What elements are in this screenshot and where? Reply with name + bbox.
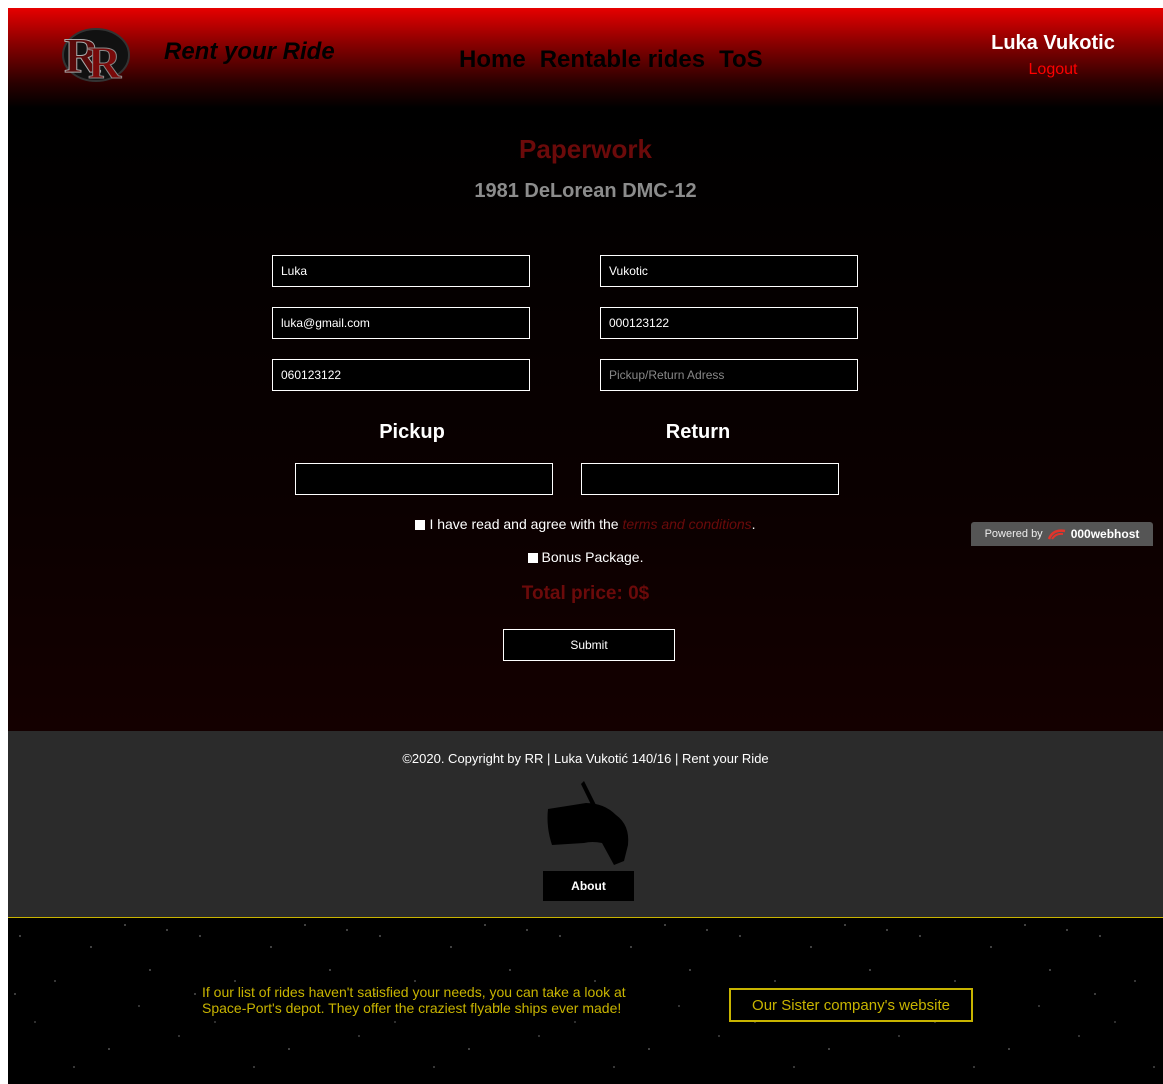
id-number-field[interactable] xyxy=(600,307,858,339)
page: R R Rent your Ride Home Rentable rides T… xyxy=(8,8,1163,1084)
email-field[interactable] xyxy=(272,307,530,339)
nav-home[interactable]: Home xyxy=(459,46,526,74)
logout-link[interactable]: Logout xyxy=(983,61,1123,79)
terms-checkbox[interactable] xyxy=(415,520,426,530)
rr-logo-icon[interactable]: R R xyxy=(58,22,130,84)
car-name: 1981 DeLorean DMC-12 xyxy=(474,180,697,202)
submit-button[interactable]: Submit xyxy=(503,629,675,661)
sister-company-text: If our list of rides haven't satisfied y… xyxy=(202,984,626,1016)
copyright-text: ©2020. Copyright by RR | Luka Vukotić 14… xyxy=(402,751,769,766)
bonus-checkbox[interactable] xyxy=(527,553,538,563)
sister-company-section: If our list of rides haven't satisfied y… xyxy=(8,918,1163,1084)
user-name: Luka Vukotic xyxy=(991,32,1115,54)
bonus-text: Bonus Package. xyxy=(541,549,644,565)
site-footer: ©2020. Copyright by RR | Luka Vukotić 14… xyxy=(8,731,1163,918)
terms-link[interactable]: terms and conditions xyxy=(622,516,751,532)
terms-text: I have read and agree with the xyxy=(429,516,619,532)
nav-rentable-rides[interactable]: Rentable rides xyxy=(540,46,705,74)
nav-tos[interactable]: ToS xyxy=(719,46,763,74)
site-header: R R Rent your Ride Home Rentable rides T… xyxy=(8,8,1163,108)
about-button[interactable]: About xyxy=(543,871,634,901)
return-date-field[interactable] xyxy=(581,463,839,495)
brand-name: Rent your Ride xyxy=(164,38,335,65)
bonus-row: Bonus Package. xyxy=(8,549,1163,565)
terms-period: . xyxy=(751,516,756,532)
sister-company-link[interactable]: Our Sister company's website xyxy=(729,988,973,1022)
user-panel: Luka Vukotic Logout xyxy=(983,32,1123,79)
svg-text:R: R xyxy=(88,37,122,84)
webhost-name: 000webhost xyxy=(1070,527,1140,541)
writing-hand-icon xyxy=(547,781,629,865)
total-price: Total price: 0$ xyxy=(521,583,650,604)
pickup-label: Pickup xyxy=(379,421,445,443)
first-name-field[interactable] xyxy=(272,255,530,287)
phone-field[interactable] xyxy=(272,359,530,391)
powered-by-text: Powered by xyxy=(984,528,1043,540)
webhost-badge[interactable]: Powered by 000webhost xyxy=(971,522,1153,546)
pickup-date-field[interactable] xyxy=(295,463,553,495)
return-label: Return xyxy=(665,421,731,443)
address-field[interactable] xyxy=(600,359,858,391)
webhost-logo-icon xyxy=(1047,529,1065,540)
paperwork-section: Paperwork 1981 DeLorean DMC-12 Pickup Re… xyxy=(8,108,1163,731)
main-nav: Home Rentable rides ToS xyxy=(459,46,763,74)
page-title: Paperwork xyxy=(519,134,652,164)
last-name-field[interactable] xyxy=(600,255,858,287)
